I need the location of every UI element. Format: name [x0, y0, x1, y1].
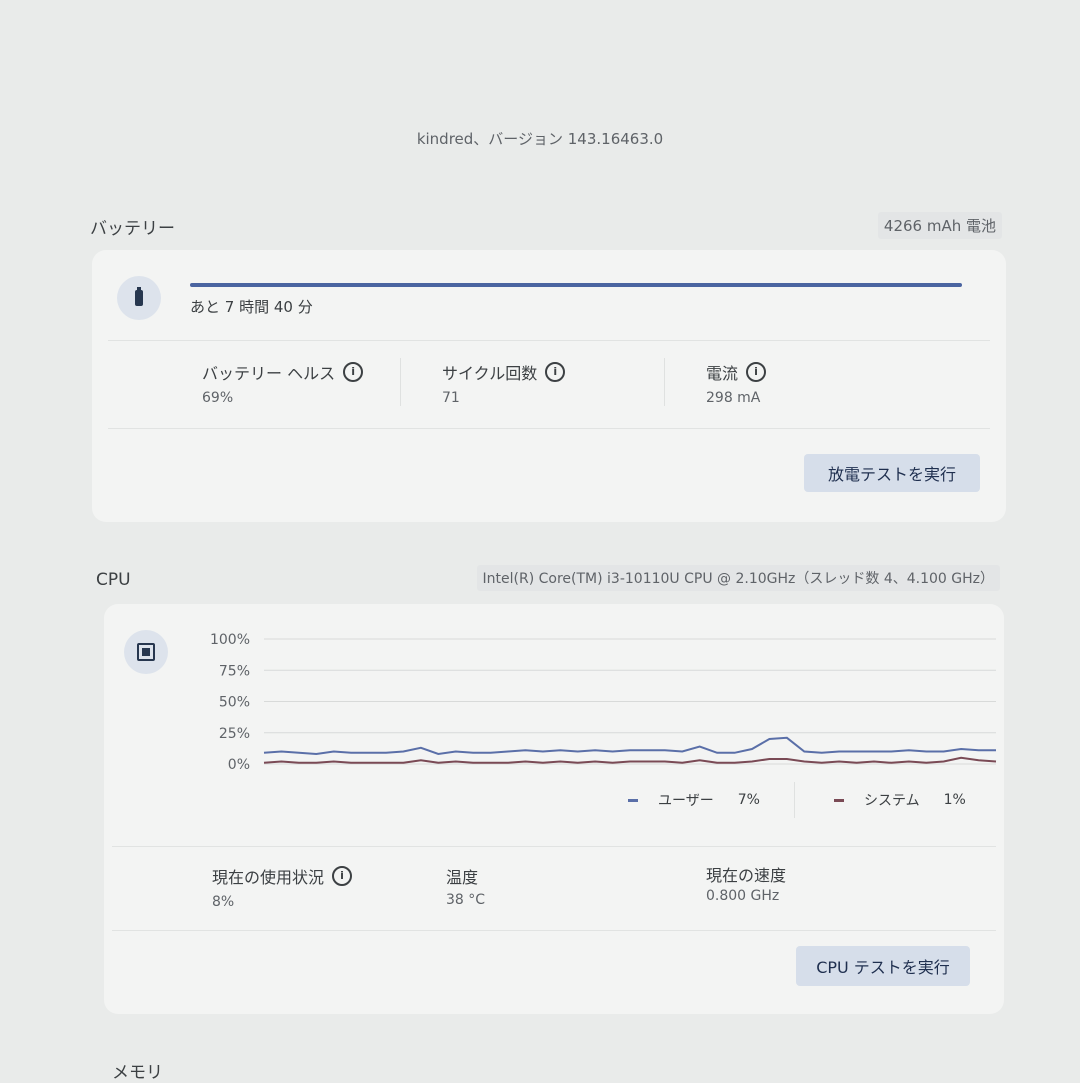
run-discharge-test-button[interactable]: 放電テストを実行	[804, 454, 980, 492]
cpu-section-title: CPU	[96, 570, 131, 590]
temperature-value: 38 °C	[446, 892, 486, 908]
temperature-label: 温度	[446, 868, 479, 887]
current-speed-value: 0.800 GHz	[706, 888, 780, 904]
legend-system-swatch	[834, 798, 844, 802]
user-series-line	[263, 736, 996, 756]
cpu-card: 100% 75% 50% 25% 0% ユーザー 7% システム 1% 現在の使用状況 …	[104, 604, 1004, 1014]
y-tick-label: 50%	[219, 695, 250, 711]
system-series-line	[263, 756, 997, 764]
current-speed-label: 現在の速度	[706, 866, 787, 885]
y-tick-label: 75%	[219, 663, 250, 679]
battery-charge-bar	[190, 283, 962, 287]
battery-capacity: 4266 mAh 電池	[877, 212, 1002, 239]
cycle-count-value: 71	[442, 390, 460, 406]
info-icon[interactable]: i	[332, 866, 353, 886]
info-icon[interactable]: i	[343, 362, 364, 382]
info-icon[interactable]: i	[545, 362, 566, 382]
battery-card: あと 7 時間 40 分 バッテリー ヘルス i 69% サイクル回数 i 71…	[92, 250, 1006, 522]
current-label: 電流 i	[706, 360, 767, 384]
y-tick-label: 0%	[228, 757, 250, 773]
memory-section-title: メモリ	[112, 1063, 163, 1083]
battery-time-left: あと 7 時間 40 分	[190, 298, 313, 316]
y-tick-label: 25%	[219, 726, 250, 742]
cycle-count-label: サイクル回数 i	[442, 360, 566, 384]
run-cpu-test-button[interactable]: CPU テストを実行	[796, 946, 970, 986]
cpu-model: Intel(R) Core(TM) i3-10110U CPU @ 2.10GH…	[476, 565, 1000, 591]
battery-health-value: 69%	[202, 390, 234, 406]
cpu-usage-chart: 100% 75% 50% 25% 0%	[210, 632, 997, 773]
current-usage-value: 8%	[212, 894, 235, 910]
legend-user: ユーザー 7%	[628, 790, 760, 810]
version-text: kindred、バージョン 143.16463.0	[416, 130, 664, 148]
current-usage-label: 現在の使用状況 i	[212, 864, 353, 888]
legend-user-swatch	[628, 798, 638, 802]
battery-icon	[117, 276, 161, 320]
battery-section-title: バッテリー	[90, 219, 175, 239]
info-icon[interactable]: i	[746, 362, 767, 382]
battery-health-label: バッテリー ヘルス i	[202, 360, 364, 384]
current-value: 298 mA	[706, 390, 761, 406]
y-tick-label: 100%	[210, 632, 250, 648]
legend-system: システム 1%	[834, 790, 966, 810]
